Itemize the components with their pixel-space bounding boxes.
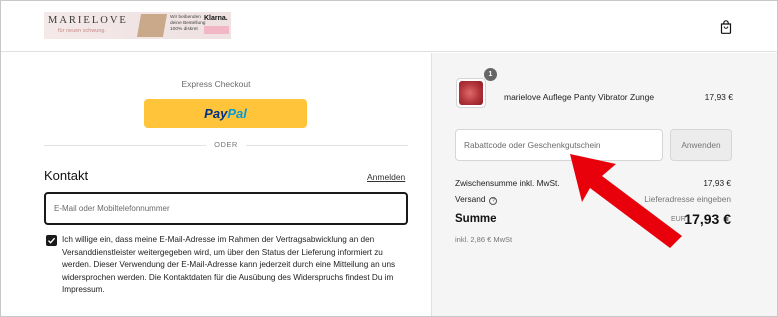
paypal-logo-pal: Pal	[227, 106, 247, 121]
logo-tagline: für neuen schwung.	[58, 28, 107, 34]
apply-discount-button[interactable]: Anwenden	[670, 129, 732, 161]
header: MARIELOVE für neuen schwung. Wir beibend…	[1, 1, 777, 52]
shipping-value: Lieferadresse eingeben	[644, 194, 731, 204]
consent-checkbox[interactable]	[46, 235, 57, 246]
quantity-badge: 1	[484, 68, 497, 81]
product-thumbnail	[456, 78, 486, 108]
klarna-badge	[204, 26, 229, 34]
product-name: marielove Auflege Panty Vibrator Zunge	[504, 92, 655, 102]
tax-note: inkl. 2,86 € MwSt	[455, 235, 513, 244]
checkmark-icon	[48, 237, 56, 244]
order-summary: 1 marielove Auflege Panty Vibrator Zunge…	[431, 53, 777, 316]
shipping-label: Versand	[455, 194, 486, 204]
subtotal-value: 17,93 €	[703, 178, 731, 188]
total-value: 17,93 €	[684, 211, 731, 227]
klarna-logo: Klarna.	[204, 15, 228, 22]
or-divider-text: ODER	[206, 140, 246, 149]
or-divider: ODER	[44, 139, 408, 151]
paypal-button[interactable]: Pay Pal	[144, 99, 307, 128]
consent-text: Ich willige ein, dass meine E-Mail-Adres…	[62, 235, 396, 294]
info-icon[interactable]: ?	[489, 197, 498, 205]
package-image	[136, 14, 168, 37]
product-price: 17,93 €	[704, 92, 733, 102]
shopping-bag-icon[interactable]	[720, 20, 732, 34]
checkout-main: Express Checkout Pay Pal ODER Kontakt Anm…	[1, 53, 431, 316]
paypal-logo-pay: Pay	[204, 106, 228, 121]
logo-brand: MARIELOVE	[48, 15, 128, 26]
contact-heading: Kontakt	[44, 168, 89, 183]
discount-code-input[interactable]	[455, 129, 663, 161]
express-checkout-label: Express Checkout	[181, 79, 251, 89]
shipping-row: Versand?	[455, 194, 498, 205]
product-image	[459, 81, 483, 105]
total-label: Summe	[455, 213, 497, 225]
login-link[interactable]: Anmelden	[367, 172, 405, 182]
email-field[interactable]	[44, 192, 408, 225]
store-logo-banner[interactable]: MARIELOVE für neuen schwung. Wir beibend…	[44, 12, 231, 39]
subtotal-label: Zwischensumme inkl. MwSt.	[455, 178, 560, 188]
